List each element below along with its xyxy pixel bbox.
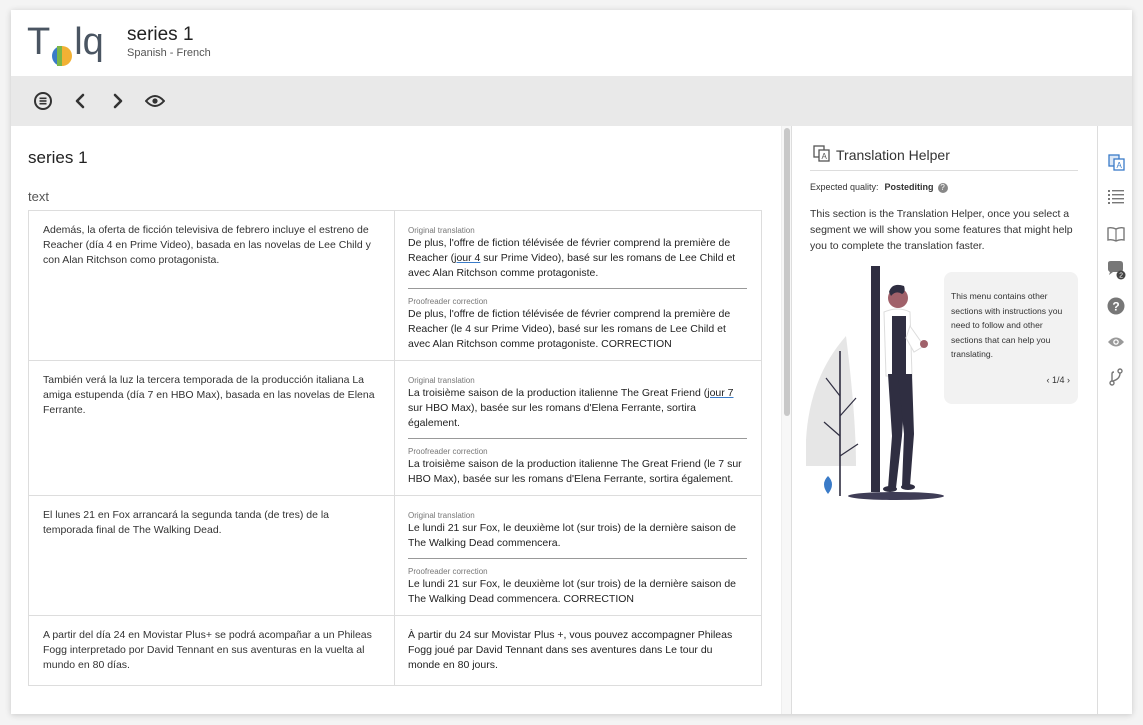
chevron-left-icon[interactable]: ‹ bbox=[1046, 375, 1049, 385]
proofreader-correction-label: Proofreader correction bbox=[408, 567, 488, 576]
tip-box: This menu contains other sections with i… bbox=[944, 272, 1078, 404]
svg-text:?: ? bbox=[1112, 300, 1119, 314]
document-panel: series 1 text Además, la oferta de ficci… bbox=[11, 126, 791, 714]
question-icon[interactable]: ? bbox=[937, 183, 948, 193]
target-cell[interactable]: Original translation Le lundi 21 sur Fox… bbox=[395, 496, 761, 615]
language-pair: Spanish - French bbox=[127, 47, 211, 59]
original-translation-label: Original translation bbox=[408, 376, 475, 385]
chevron-left-icon[interactable] bbox=[69, 90, 91, 112]
svg-text:A: A bbox=[1116, 161, 1122, 170]
comments-badge: 2 bbox=[1119, 273, 1123, 280]
help-icon[interactable]: ? bbox=[1106, 296, 1126, 316]
translation-helper-icon[interactable]: A bbox=[1106, 152, 1126, 172]
section-label: text bbox=[28, 189, 49, 204]
document-title: series 1 bbox=[28, 148, 88, 167]
segments-table: Además, la oferta de ficción televisiva … bbox=[28, 210, 762, 686]
eye-icon[interactable] bbox=[144, 90, 166, 112]
original-translation-text: De plus, l'offre de fiction télévisée de… bbox=[408, 237, 736, 279]
source-text: Además, la oferta de ficción televisiva … bbox=[29, 211, 395, 360]
chevron-right-icon[interactable] bbox=[107, 90, 129, 112]
expected-quality: Expected quality: Postediting? bbox=[810, 182, 948, 193]
target-text: À partir du 24 sur Movistar Plus +, vous… bbox=[408, 629, 733, 671]
translation-helper-panel: A Translation Helper Expected quality: Po… bbox=[791, 126, 1097, 714]
list-icon[interactable] bbox=[1106, 187, 1126, 207]
header: T lq series 1 Spanish - French bbox=[11, 10, 1132, 76]
chevron-right-icon[interactable]: › bbox=[1067, 375, 1070, 385]
document-scrollbar[interactable] bbox=[781, 126, 791, 714]
logo-o-mark bbox=[51, 34, 73, 66]
comments-icon[interactable]: 2 bbox=[1106, 260, 1126, 280]
divider bbox=[810, 170, 1078, 171]
svg-text:A: A bbox=[822, 152, 828, 161]
book-icon[interactable] bbox=[1106, 224, 1126, 244]
proofreader-correction-text: De plus, l'offre de fiction télévisée de… bbox=[408, 308, 731, 350]
segment-row[interactable]: También verá la luz la tercera temporada… bbox=[28, 361, 762, 496]
divider bbox=[408, 558, 747, 559]
proofreader-correction-label: Proofreader correction bbox=[408, 297, 488, 306]
translation-helper-icon: A bbox=[813, 145, 830, 162]
helper-title: Translation Helper bbox=[836, 147, 950, 163]
target-cell[interactable]: À partir du 24 sur Movistar Plus +, vous… bbox=[395, 616, 761, 685]
original-translation-text: Le lundi 21 sur Fox, le deuxième lot (su… bbox=[408, 522, 737, 549]
segment-row[interactable]: El lunes 21 en Fox arrancará la segunda … bbox=[28, 496, 762, 616]
term-highlight[interactable]: jour 7 bbox=[707, 387, 733, 399]
source-text: También verá la luz la tercera temporada… bbox=[29, 361, 395, 495]
eye-icon[interactable] bbox=[1106, 332, 1126, 352]
person-illustration bbox=[805, 266, 956, 516]
source-text: A partir del día 24 en Movistar Plus+ se… bbox=[29, 616, 395, 685]
tip-text: This menu contains other sections with i… bbox=[951, 291, 1063, 359]
app-window: T lq series 1 Spanish - French series 1 … bbox=[11, 10, 1132, 714]
right-rail: A 2 ? bbox=[1097, 126, 1132, 714]
scrollbar-thumb[interactable] bbox=[784, 128, 790, 416]
logo-text-left: T bbox=[27, 20, 51, 63]
target-cell[interactable]: Original translation La troisième saison… bbox=[395, 361, 761, 495]
tolq-logo[interactable]: T lq bbox=[27, 21, 104, 66]
original-translation-label: Original translation bbox=[408, 226, 475, 235]
proofreader-correction-text: Le lundi 21 sur Fox, le deuxième lot (su… bbox=[408, 578, 737, 605]
term-highlight[interactable]: jour 4 bbox=[454, 252, 480, 264]
divider bbox=[408, 438, 747, 439]
tip-page-indicator: 1/4 bbox=[1051, 374, 1065, 385]
logo-text-right: lq bbox=[74, 20, 104, 63]
branch-icon[interactable] bbox=[1106, 367, 1126, 387]
segment-row[interactable]: Además, la oferta de ficción televisiva … bbox=[28, 211, 762, 361]
proofreader-correction-label: Proofreader correction bbox=[408, 447, 488, 456]
tip-pager[interactable]: ‹ 1/4 › bbox=[1046, 373, 1070, 388]
divider bbox=[408, 288, 747, 289]
list-circle-icon[interactable] bbox=[32, 90, 54, 112]
proofreader-correction-text: La troisième saison de la production ita… bbox=[408, 458, 742, 485]
toolbar bbox=[11, 76, 1132, 126]
helper-description: This section is the Translation Helper, … bbox=[810, 208, 1073, 252]
segment-row[interactable]: A partir del día 24 en Movistar Plus+ se… bbox=[28, 616, 762, 686]
project-title: series 1 bbox=[127, 24, 194, 45]
expected-quality-value: Postediting bbox=[884, 182, 934, 192]
original-translation-label: Original translation bbox=[408, 511, 475, 520]
target-cell[interactable]: Original translation De plus, l'offre de… bbox=[395, 211, 761, 360]
original-translation-text: La troisième saison de la production ita… bbox=[408, 387, 734, 429]
source-text: El lunes 21 en Fox arrancará la segunda … bbox=[29, 496, 395, 615]
